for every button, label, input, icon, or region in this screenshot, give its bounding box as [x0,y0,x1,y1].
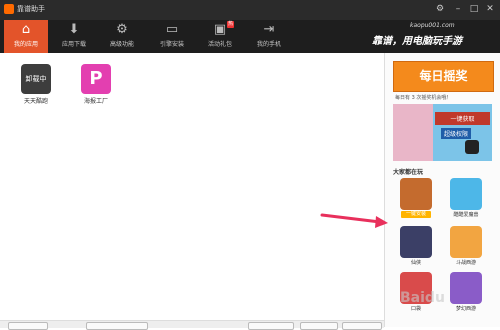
ad-headline: 一键获取 [435,112,490,125]
tab-app-download[interactable]: ⬇ 应用下载 [52,20,96,53]
game-item[interactable]: 梦幻西游 [444,272,488,312]
game-item[interactable]: 酷酷爱魔兽 [444,178,488,218]
game-icon [400,178,432,210]
bottom-button[interactable] [86,322,148,330]
tab-my-apps[interactable]: ⌂ 我的应用 [4,20,48,53]
ad-character-image [393,104,433,161]
bottom-button[interactable] [248,322,294,330]
tab-gift-pack[interactable]: ▣ 热 活动礼包 [198,20,242,53]
popular-games-title: 大家都在玩 [393,169,424,176]
drive-icon: ▭ [165,22,179,37]
game-item[interactable]: 仙侠 [394,226,438,266]
game-icon [450,178,482,210]
game-item[interactable]: 斗战西游 [444,226,488,266]
maximize-icon[interactable]: □ [468,3,480,15]
lottery-info: 每日有 3 次摇奖机会哦！ [395,95,452,101]
close-icon[interactable]: ✕ [484,3,496,15]
tab-my-phone[interactable]: ⇥ 我的手机 [247,20,291,53]
gear-icon: ⚙ [116,22,128,37]
settings-icon[interactable]: ⚙ [434,3,446,15]
ad-subline: 超级权限 [441,128,472,139]
app-item-poster-factory[interactable]: P 海报工厂 [76,64,116,105]
game-item[interactable]: 一键安装 [394,178,438,218]
app-logo-icon [4,4,14,14]
annotation-arrow-icon [320,213,388,228]
window-title: 靠谱助手 [17,5,45,13]
daily-lottery-banner[interactable]: 每日摇奖 [393,61,494,92]
tab-engine-install[interactable]: ▭ 引擎安装 [150,20,194,53]
app-icon: P [81,64,111,94]
install-button[interactable]: 一键安装 [401,211,431,218]
hot-badge: 热 [227,21,234,28]
ad-app-icon [465,140,479,154]
bottom-button[interactable] [8,322,48,330]
brand-url: kaopu001.com [410,22,455,29]
tab-advanced[interactable]: ⚙ 高级功能 [100,20,144,53]
minimize-icon[interactable]: – [452,3,464,15]
app-list-area [0,53,384,327]
phone-icon: ⇥ [263,22,275,37]
title-bar: 靠谱助手 [0,0,500,20]
download-icon: ⬇ [68,22,80,37]
bottom-button[interactable] [300,322,338,330]
bottom-button[interactable] [342,322,382,330]
app-icon: 卸载中 [21,64,51,94]
app-item-parkour[interactable]: 卸载中 天天酷跑 [16,64,56,105]
game-icon [450,272,482,304]
game-icon [400,226,432,258]
watermark: Baidu [400,290,445,306]
game-icon [450,226,482,258]
home-icon: ⌂ [21,22,31,37]
brand-slogan: 靠谱，用电脑玩手游 [372,36,462,47]
root-ad-banner[interactable]: 一键获取 超级权限 [393,104,492,161]
